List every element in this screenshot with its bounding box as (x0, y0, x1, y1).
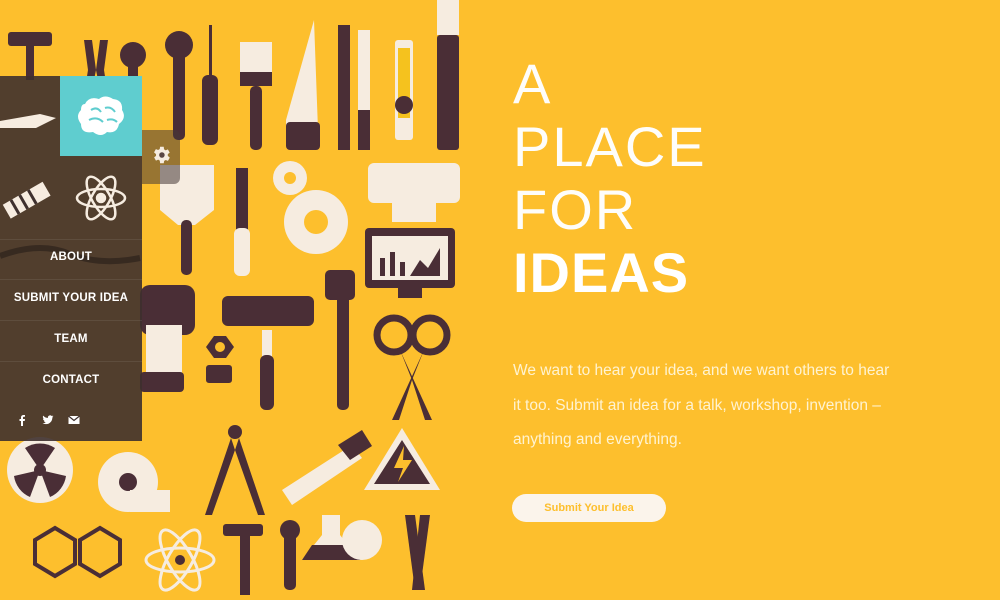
hero-headline: A PLACE FOR IDEAS (513, 52, 707, 304)
nav-team[interactable]: TEAM (0, 333, 142, 345)
monitor-chart-icon (365, 228, 455, 298)
headline-line: FOR (513, 178, 638, 241)
atom-icon (74, 171, 128, 225)
pipe-wrench-icon (325, 270, 355, 410)
nav-about[interactable]: ABOUT (0, 251, 142, 263)
adjustable-wrench-icon (165, 31, 193, 140)
nav-divider (0, 279, 142, 280)
compass-icon (205, 425, 265, 515)
warning-icon (364, 428, 440, 490)
nav-submit-idea[interactable]: SUBMIT YOUR IDEA (0, 292, 142, 304)
saw-icon (286, 20, 320, 150)
scissors-icon (373, 314, 451, 420)
marker-icon (437, 0, 459, 150)
paint-roller-icon (222, 296, 314, 410)
brain-tile[interactable] (60, 76, 142, 156)
gear-icon (284, 190, 348, 254)
sidebar: ABOUT SUBMIT YOUR IDEA TEAM CONTACT (0, 76, 142, 441)
nut-icon (206, 336, 234, 358)
paint-brush-icon (240, 42, 272, 150)
screwdriver-icon (202, 25, 218, 145)
hammer-icon (8, 32, 52, 80)
brain-icon (75, 94, 127, 142)
gear-icon (150, 144, 172, 166)
nav-divider (0, 320, 142, 321)
gear-icon (273, 161, 307, 195)
molecule-icon (33, 525, 122, 579)
pencil-icon (0, 166, 60, 246)
settings-tab[interactable] (142, 130, 180, 184)
headline-line: A (513, 52, 553, 115)
nav-contact[interactable]: CONTACT (0, 374, 142, 386)
headline-emphasis: IDEAS (513, 241, 690, 304)
twitter-icon[interactable] (42, 411, 54, 425)
nav-divider (0, 361, 142, 362)
drill-icon (140, 285, 195, 392)
radiation-icon (7, 437, 73, 503)
headline-line: PLACE (513, 115, 707, 178)
hero-description: We want to hear your idea, and we want o… (513, 362, 890, 448)
nav-divider (0, 239, 142, 240)
email-icon[interactable] (68, 411, 80, 424)
cutter-icon (395, 40, 413, 140)
knife-icon (0, 76, 60, 156)
facebook-icon[interactable] (16, 411, 28, 426)
social-links (16, 411, 80, 426)
tape-icon (98, 452, 170, 512)
flask-icon (302, 515, 382, 560)
submit-idea-button[interactable]: Submit Your Idea (512, 494, 666, 522)
